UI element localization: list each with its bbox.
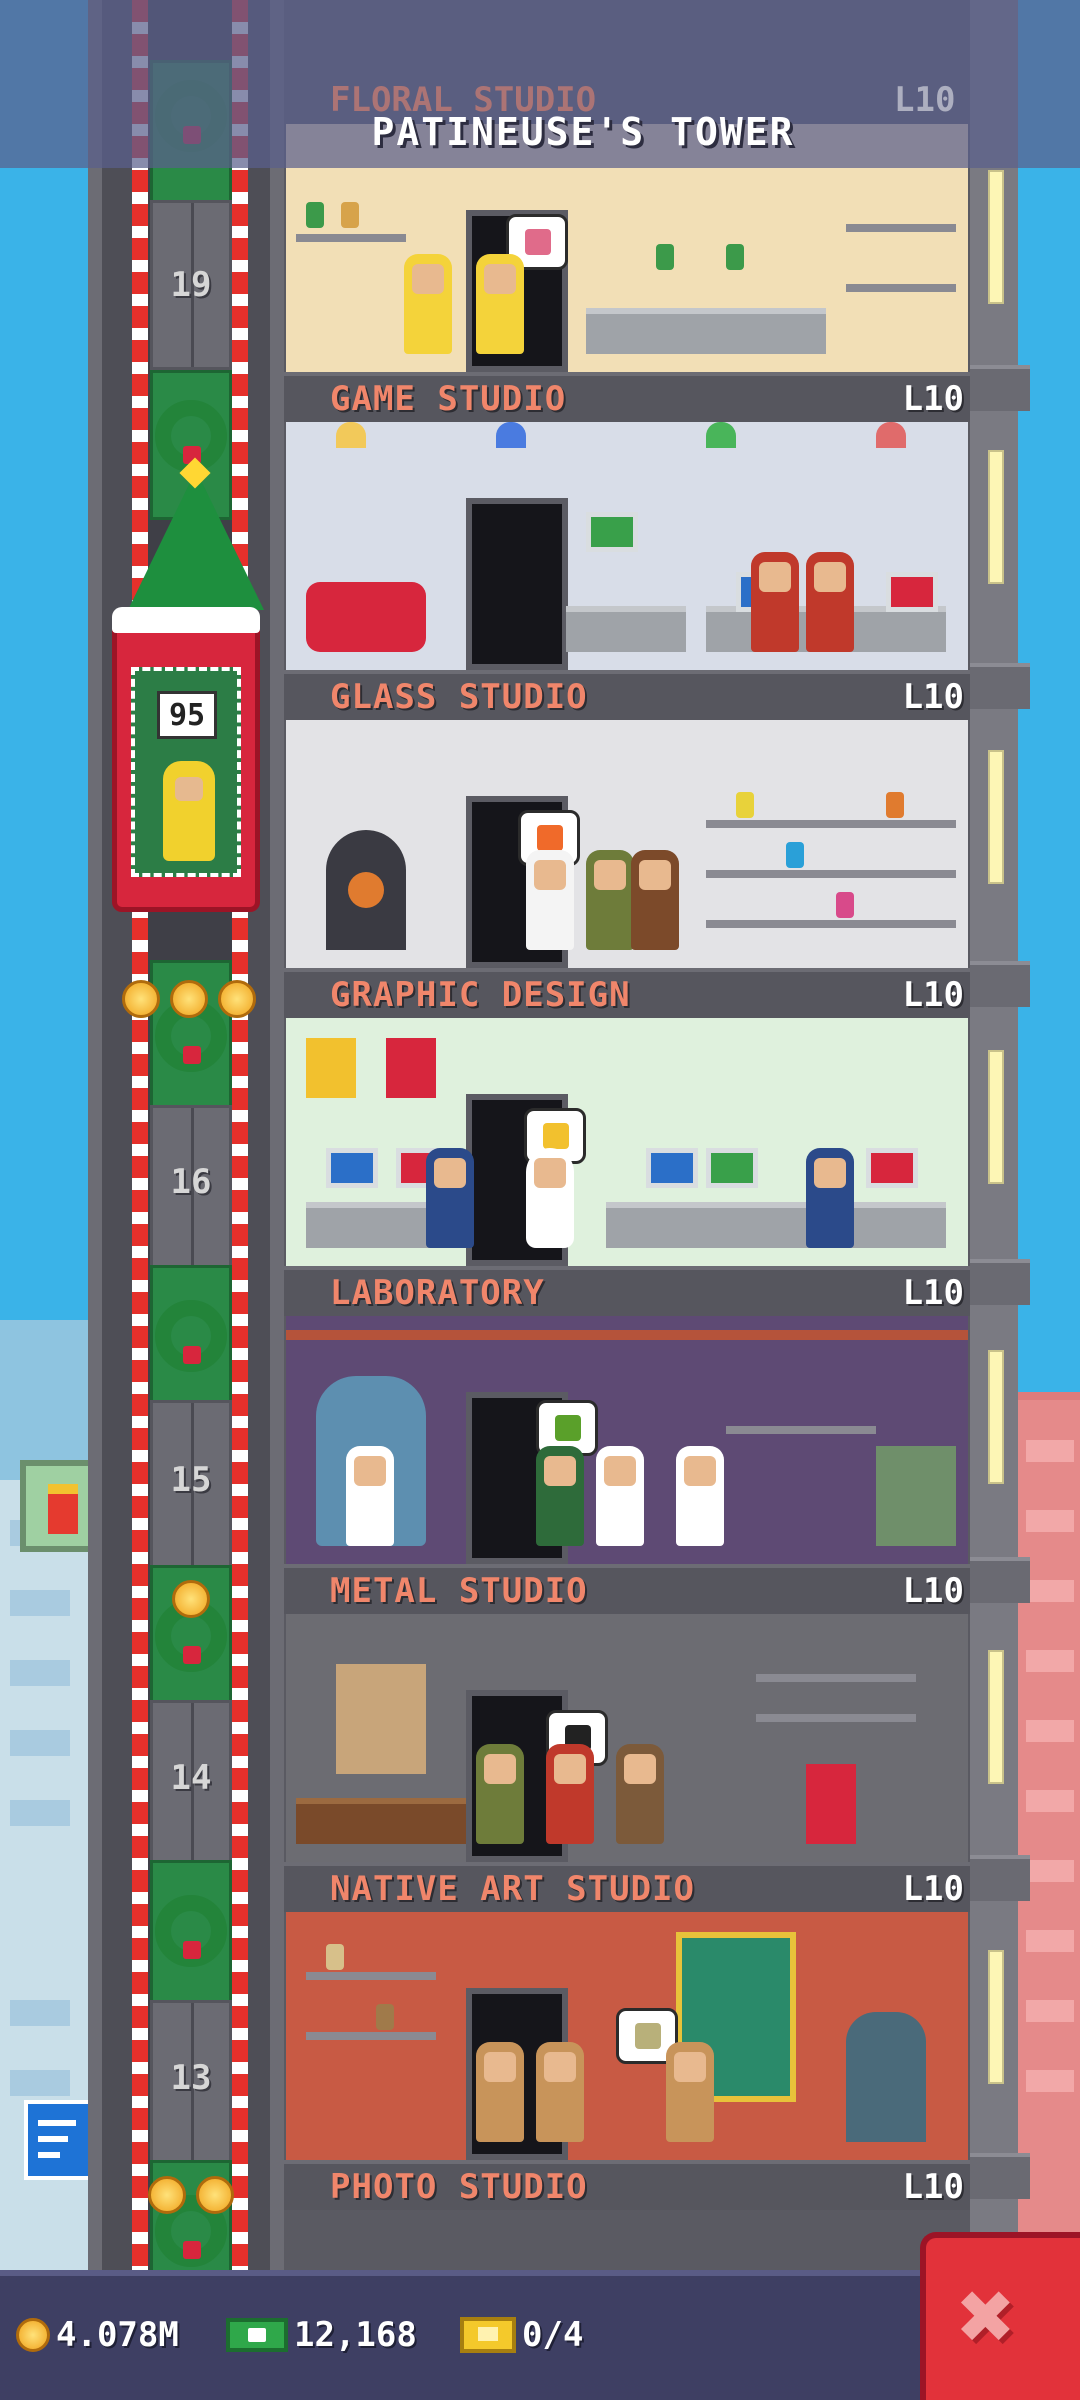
background-building-right (1018, 1400, 1080, 2280)
floor-label-bar: NATIVE ART STUDIO L10 (284, 1862, 970, 1912)
floor-resident[interactable] (346, 1446, 394, 1546)
floor-graphic-design[interactable]: GRAPHIC DESIGN L10 (284, 720, 970, 1018)
star-icon (196, 2176, 234, 2214)
tower-title: PATINEUSE'S TOWER (371, 110, 795, 154)
floor-resident[interactable] (631, 850, 679, 950)
wreath-icon (155, 1300, 227, 1372)
floor-name: LABORATORY (330, 1273, 545, 1313)
bux-display[interactable]: 12,168 (226, 2312, 417, 2358)
fries-icon (48, 1484, 78, 1534)
bux-icon (226, 2318, 288, 2352)
floor-photo-studio[interactable]: PHOTO STUDIO L10 (284, 1912, 970, 2210)
floor-room[interactable] (286, 422, 968, 670)
tower-ledge (970, 1855, 1030, 1901)
shaft-floor-number: 19 (170, 265, 212, 305)
floor-glass-studio[interactable]: GLASS STUDIO L10 (284, 422, 970, 720)
elevator-passenger-destination: 95 (157, 691, 217, 739)
coin-icon (16, 2318, 50, 2352)
floor-label-bar: GLASS STUDIO L10 (284, 670, 970, 720)
shaft-floor-number: 16 (170, 1162, 212, 1202)
floor-name: PHOTO STUDIO (330, 2167, 588, 2207)
floor-name: GLASS STUDIO (330, 677, 588, 717)
close-icon: ✖ (958, 2260, 1016, 2372)
floor-door (466, 498, 568, 670)
floor-label-bar: PHOTO STUDIO L10 (284, 2160, 970, 2210)
floor-resident[interactable] (476, 1744, 524, 1844)
coins-value: 4.078M (56, 2315, 179, 2355)
tower-ledge (970, 663, 1030, 709)
tower-ledge (970, 1557, 1030, 1603)
floor-room[interactable] (286, 1912, 968, 2160)
tickets-display[interactable]: 0/4 (460, 2312, 583, 2358)
floor-resident[interactable] (616, 1744, 664, 1844)
bux-value: 12,168 (294, 2315, 417, 2355)
floor-resident[interactable] (426, 1148, 474, 1248)
tickets-value: 0/4 (522, 2315, 584, 2355)
floor-level: L10 (902, 379, 964, 419)
floor-resident[interactable] (676, 1446, 724, 1546)
floor-resident[interactable] (546, 1744, 594, 1844)
floor-label-bar: GRAPHIC DESIGN L10 (284, 968, 970, 1018)
golden-ticket-icon (460, 2317, 516, 2353)
floor-name: GRAPHIC DESIGN (330, 975, 631, 1015)
star-icon (218, 980, 256, 1018)
snowman-resident[interactable] (526, 1148, 574, 1248)
floor-level: L10 (902, 2167, 964, 2207)
floor-resident[interactable] (586, 850, 634, 950)
floor-level: L10 (902, 1273, 964, 1313)
resource-bar: 4.078M 12,168 0/4 (0, 2270, 1080, 2400)
floor-native-art-studio[interactable]: NATIVE ART STUDIO L10 (284, 1614, 970, 1912)
shaft-floor-number: 15 (170, 1460, 212, 1500)
candy-cane-stripe-right (232, 0, 248, 2270)
floor-room[interactable] (286, 1018, 968, 1266)
shaft-floor-number: 13 (170, 2058, 212, 2098)
tower-ledge (970, 1259, 1030, 1305)
floor-room[interactable] (286, 1316, 968, 1564)
candy-cane-stripe-left (132, 0, 148, 2270)
star-icon (148, 2176, 186, 2214)
tower-ledge (970, 961, 1030, 1007)
elevator-passenger[interactable] (163, 761, 215, 861)
tower-ledge (970, 2153, 1030, 2199)
christmas-tree-icon (128, 470, 264, 610)
floor-level: L10 (902, 975, 964, 1015)
floor-room[interactable] (286, 1614, 968, 1862)
floor-resident[interactable] (806, 1148, 854, 1248)
floor-resident[interactable] (596, 1446, 644, 1546)
floor-label-bar: METAL STUDIO L10 (284, 1564, 970, 1614)
floor-resident[interactable] (476, 2042, 524, 2142)
wreath-icon (155, 1895, 227, 1967)
floor-level: L10 (902, 677, 964, 717)
star-icon (122, 980, 160, 1018)
star-icon (170, 980, 208, 1018)
floor-resident[interactable] (806, 552, 854, 652)
floor-game-studio[interactable]: GAME STUDIO L10 (284, 124, 970, 422)
floor-room[interactable] (286, 720, 968, 968)
star-icon (172, 1580, 210, 1618)
floor-name: GAME STUDIO (330, 379, 567, 419)
floor-resident[interactable] (404, 254, 452, 354)
coins-display[interactable]: 4.078M (16, 2312, 179, 2358)
floor-resident[interactable] (526, 850, 574, 950)
floor-name: METAL STUDIO (330, 1571, 588, 1611)
elevator-car[interactable]: 95 (112, 607, 260, 912)
tower-ledge (970, 365, 1030, 411)
floor-name: NATIVE ART STUDIO (330, 1869, 695, 1909)
floor-resident[interactable] (536, 2042, 584, 2142)
floor-label-bar: LABORATORY L10 (284, 1266, 970, 1316)
tower-edge (970, 0, 1018, 2270)
floor-resident[interactable] (536, 1446, 584, 1546)
floor-label-bar: GAME STUDIO L10 (284, 372, 970, 422)
floor-resident[interactable] (666, 2042, 714, 2142)
floor-metal-studio[interactable]: METAL STUDIO L10 (284, 1316, 970, 1614)
floor-level: L10 (902, 1571, 964, 1611)
floor-resident[interactable] (476, 254, 524, 354)
floor-laboratory[interactable]: LABORATORY L10 (284, 1018, 970, 1316)
blue-sign (24, 2100, 94, 2180)
shaft-floor-number: 14 (170, 1758, 212, 1798)
floor-level: L10 (902, 1869, 964, 1909)
close-button[interactable]: ✖ (920, 2232, 1080, 2400)
floor-resident[interactable] (751, 552, 799, 652)
